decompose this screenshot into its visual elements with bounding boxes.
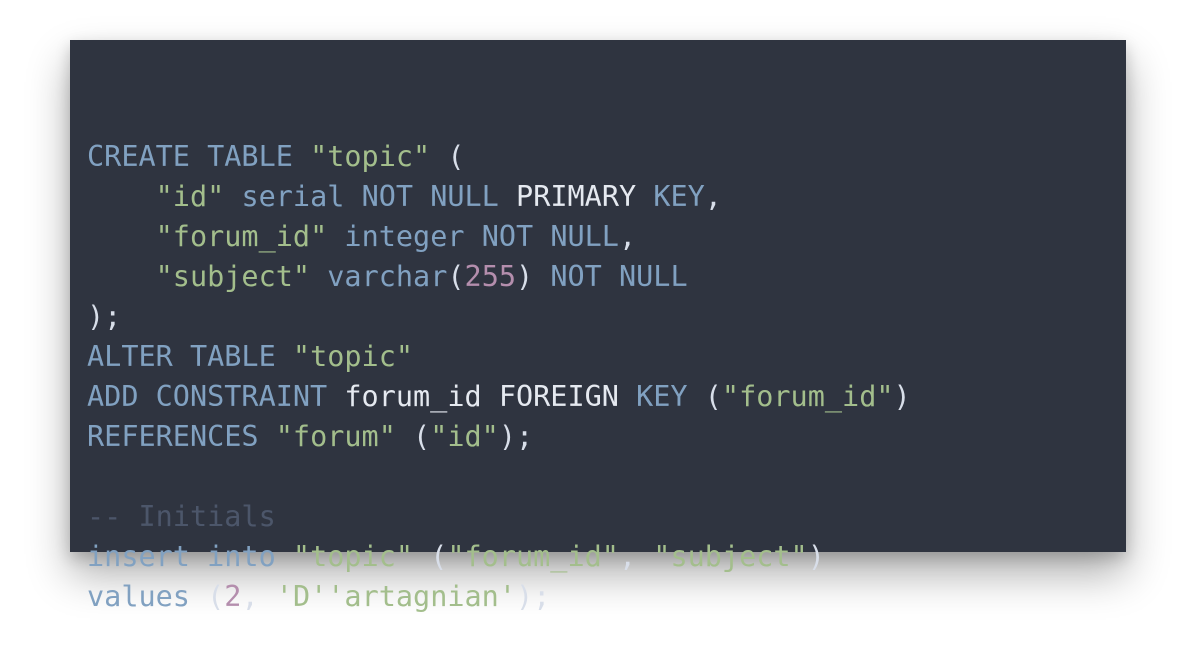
code-token: 2 (224, 580, 242, 613)
code-token: 'D''artagnian' (275, 580, 516, 613)
code-token: varchar (327, 260, 448, 293)
code-line: "id" serial NOT NULL PRIMARY KEY, (87, 177, 1126, 217)
code-token: ) (516, 260, 551, 293)
code-token: integer (344, 220, 465, 253)
code-token: ALTER TABLE (87, 340, 276, 373)
code-token: PRIMARY (516, 180, 637, 213)
code-token: -- Initials (87, 500, 276, 533)
code-token: "subject" (155, 260, 311, 293)
code-token: "forum" (275, 420, 396, 453)
code-token: serial (241, 180, 345, 213)
code-token: , (241, 580, 276, 613)
code-line: ); (87, 297, 1126, 337)
code-line: REFERENCES "forum" ("id"); (87, 417, 1126, 457)
code-line: ALTER TABLE "topic" (87, 337, 1126, 377)
code-token: "id" (155, 180, 225, 213)
code-line: ADD CONSTRAINT forum_id FOREIGN KEY ("fo… (87, 377, 1126, 417)
code-token: ) (807, 540, 825, 573)
code-lines: CREATE TABLE "topic" ( "id" serial NOT N… (87, 137, 1126, 617)
code-token: forum_id FOREIGN (344, 380, 619, 413)
code-line: "forum_id" integer NOT NULL, (87, 217, 1126, 257)
code-token: "forum_id" (447, 540, 619, 573)
code-token: NOT NULL (550, 260, 688, 293)
code-token: insert into (87, 540, 276, 573)
code-token: , (704, 180, 722, 213)
code-token: "forum_id" (721, 380, 894, 413)
code-token: NOT NULL (481, 220, 619, 253)
code-token: ( (413, 540, 448, 573)
code-token: values (87, 580, 190, 613)
code-token: ); (498, 420, 534, 453)
code-line: values (2, 'D''artagnian'); (87, 577, 1126, 617)
code-token: "subject" (653, 540, 808, 573)
code-token: "topic" (292, 340, 414, 373)
code-line: insert into "topic" ("forum_id", "subjec… (87, 537, 1126, 577)
code-line: "subject" varchar(255) NOT NULL (87, 257, 1126, 297)
code-token: "id" (430, 420, 499, 453)
code-token: "forum_id" (155, 220, 328, 253)
code-token: CREATE TABLE (87, 140, 293, 173)
code-token: ADD CONSTRAINT (87, 380, 328, 413)
code-token: , (618, 540, 654, 573)
code-line: CREATE TABLE "topic" ( (87, 137, 1126, 177)
code-token: KEY (653, 180, 705, 213)
code-token: ) (893, 380, 911, 413)
code-token: REFERENCES (87, 420, 259, 453)
code-token: KEY (636, 380, 688, 413)
code-token: ( (447, 260, 465, 293)
code-token: 255 (464, 260, 517, 293)
code-token: "topic" (292, 540, 414, 573)
code-token: ( (189, 580, 225, 613)
code-line: -- Initials (87, 497, 1126, 537)
code-token: ( (430, 140, 465, 173)
code-token: ); (516, 580, 551, 613)
code-token: ( (687, 380, 722, 413)
code-token: NOT NULL (361, 180, 499, 213)
code-token: ); (87, 300, 122, 333)
code-token: ( (395, 420, 431, 453)
code-snippet: CREATE TABLE "topic" ( "id" serial NOT N… (70, 40, 1126, 613)
code-token: "topic" (310, 140, 431, 173)
code-token: , (618, 220, 637, 253)
